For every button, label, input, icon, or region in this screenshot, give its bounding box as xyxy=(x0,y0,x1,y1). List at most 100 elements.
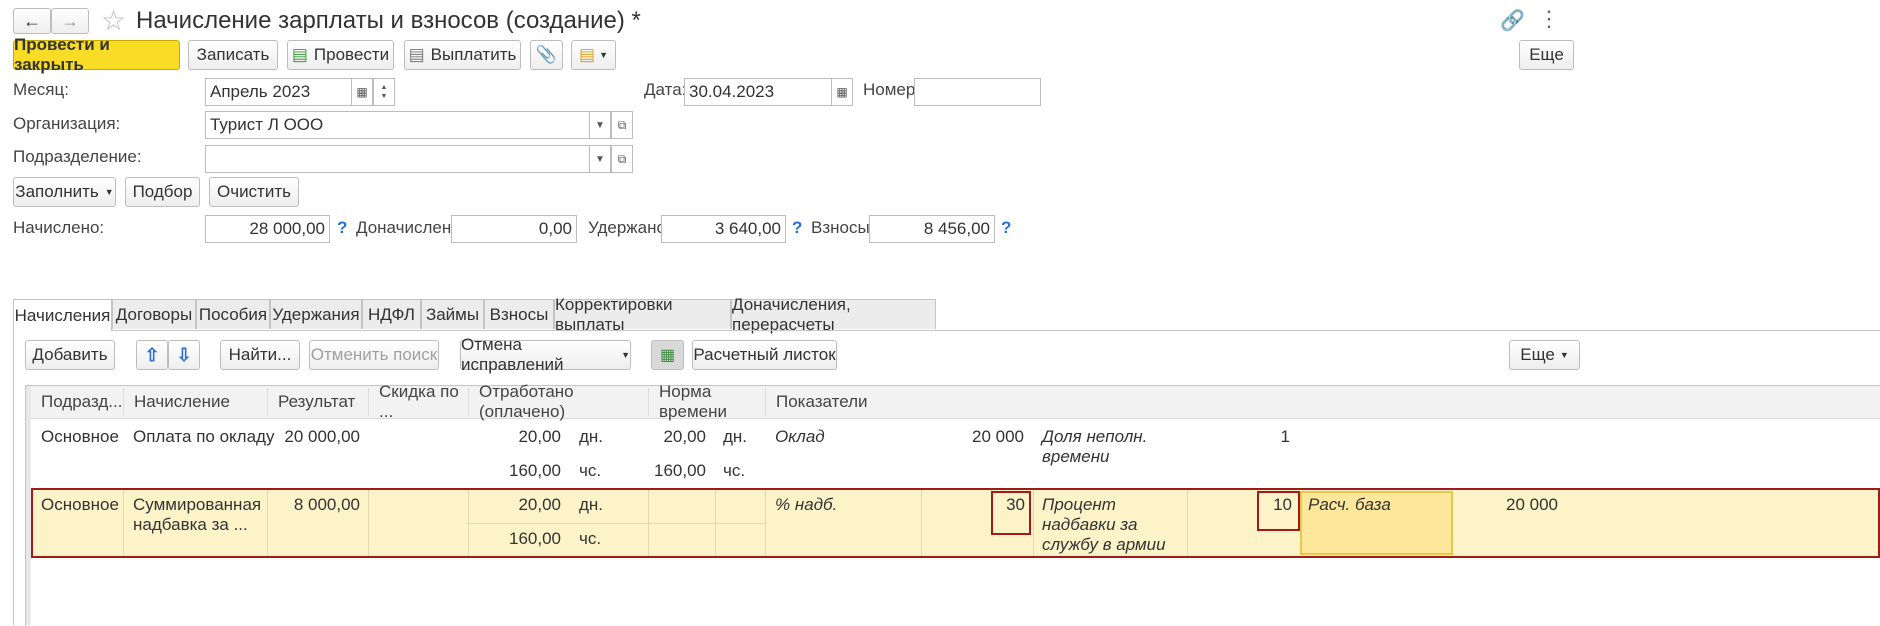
row1-ind1-value: 20 000 xyxy=(972,427,1024,446)
calendar-button[interactable]: ▦ xyxy=(351,78,373,106)
arrow-up-icon: ⇧ xyxy=(144,344,160,365)
row1-ind2-name: Доля неполн. времени xyxy=(1042,427,1148,466)
col-worked[interactable]: Отработано (оплачено) xyxy=(469,382,649,421)
more-button[interactable]: Еще xyxy=(1519,40,1574,70)
tab-contributions[interactable]: Взносы xyxy=(484,299,554,329)
row1-days-unit: дн. xyxy=(579,427,604,446)
payslip-button[interactable]: Расчетный листок xyxy=(692,340,837,370)
col-norm[interactable]: Норма времени xyxy=(649,382,766,421)
arrow-right-icon: → xyxy=(61,10,79,31)
tab-panel-left-border xyxy=(13,330,14,625)
tab-contracts[interactable]: Договоры xyxy=(112,299,196,329)
table-settings-icon: ▦ xyxy=(659,347,676,364)
link-icon[interactable]: 🔗 xyxy=(1500,8,1525,33)
col-indicators[interactable]: Показатели xyxy=(766,388,1880,416)
org-dropdown-button[interactable]: ▼ xyxy=(589,111,611,139)
open-icon: ⧉ xyxy=(617,117,627,132)
row1-dept: Основное xyxy=(41,427,119,446)
cancel-corrections-button[interactable]: Отмена исправлений ▼ xyxy=(460,335,631,374)
org-field[interactable]: Турист Л ООО xyxy=(205,111,590,139)
org-open-button[interactable]: ⧉ xyxy=(611,111,633,139)
pay-label: Выплатить xyxy=(430,45,517,64)
table-more-button[interactable]: Еще ▼ xyxy=(1509,340,1580,370)
withheld-help-icon[interactable]: ? xyxy=(792,218,802,238)
paperclip-icon: 📎 xyxy=(535,45,558,64)
row2-ind2-name: Процент надбавки за службу в армии xyxy=(1042,495,1166,554)
chevron-down-icon: ▼ xyxy=(1559,350,1569,360)
row2-ind3-value: 20 000 xyxy=(1506,495,1558,514)
find-button[interactable]: Найти... xyxy=(220,340,300,370)
contrib-help-icon[interactable]: ? xyxy=(1001,218,1011,238)
chevron-down-icon: ▼ xyxy=(595,119,605,131)
col-discount[interactable]: Скидка по ... xyxy=(369,382,469,421)
col-result[interactable]: Результат xyxy=(268,388,369,416)
open-icon: ⧉ xyxy=(617,151,627,166)
row2-days-unit: дн. xyxy=(579,495,604,514)
row2-divider-1 xyxy=(123,490,124,556)
date-calendar-button[interactable]: ▦ xyxy=(831,78,853,106)
select-button[interactable]: Подбор xyxy=(125,177,200,207)
row1-result: 20 000,00 xyxy=(284,427,360,446)
number-field[interactable] xyxy=(914,78,1041,106)
dept-label: Подразделение: xyxy=(13,147,142,166)
row1-norm-hours: 160,00 xyxy=(654,461,706,480)
move-down-button[interactable]: ⇩ xyxy=(168,340,200,370)
tab-payment-corrections[interactable]: Корректировки выплаты xyxy=(554,295,731,334)
move-up-button[interactable]: ⇧ xyxy=(136,340,168,370)
row2-divider-8 xyxy=(921,490,922,556)
row2-result: 8 000,00 xyxy=(293,495,360,514)
save-button[interactable]: Записать xyxy=(188,40,278,70)
star-icon[interactable]: ☆ xyxy=(101,4,126,37)
post-label: Провести xyxy=(313,45,390,64)
post-button[interactable]: ▤ Провести xyxy=(287,40,394,70)
row1-ind1-name: Оклад xyxy=(775,427,825,446)
back-button[interactable]: ← xyxy=(13,8,51,34)
menu-icon[interactable]: ⋮ xyxy=(1538,6,1560,32)
clear-button[interactable]: Очистить xyxy=(209,177,299,207)
row1-ind2-value: 1 xyxy=(1280,427,1290,446)
pay-icon: ▤ xyxy=(408,45,425,64)
withheld-field: 3 640,00 xyxy=(661,215,786,243)
forward-button[interactable]: → xyxy=(51,8,89,34)
row1-accrual: Оплата по окладу xyxy=(133,427,275,446)
contrib-label: Взносы: xyxy=(811,218,875,237)
add-button[interactable]: Добавить xyxy=(25,340,115,370)
chevron-down-icon: ▼ xyxy=(621,350,630,360)
cancel-search-button[interactable]: Отменить поиск xyxy=(309,340,439,370)
arrow-down-icon: ⇩ xyxy=(176,344,192,365)
fill-button[interactable]: Заполнить ▼ xyxy=(13,177,116,207)
withheld-label: Удержано: xyxy=(588,218,671,237)
row1-norm-days-unit: дн. xyxy=(723,427,748,446)
number-label: Номер: xyxy=(863,80,921,99)
fill-label: Заполнить xyxy=(15,182,99,201)
attach-button[interactable]: 📎 xyxy=(530,40,563,70)
date-label: Дата: xyxy=(644,80,687,99)
row2-ind2-value: 10 xyxy=(1273,495,1292,514)
tab-accruals[interactable]: Начисления xyxy=(13,299,112,331)
post-and-close-button[interactable]: Провести и закрыть xyxy=(13,35,180,74)
month-field[interactable]: Апрель 2023 xyxy=(205,78,352,106)
col-dept[interactable]: Подразд... xyxy=(31,388,124,416)
tab-deductions[interactable]: Удержания xyxy=(270,299,362,329)
stepper-up-icon: ▲ xyxy=(380,84,388,91)
calendar-icon: ▦ xyxy=(836,85,848,99)
stepper-down-icon: ▼ xyxy=(380,93,388,100)
tab-recalculations[interactable]: Доначисления, перерасчеты xyxy=(731,295,936,334)
tab-ndfl[interactable]: НДФЛ xyxy=(362,299,421,329)
column-settings-button[interactable]: ▦ xyxy=(651,340,684,370)
month-stepper[interactable]: ▲ ▼ xyxy=(373,78,395,106)
row2-mid-line xyxy=(469,523,765,524)
accrued-help-icon[interactable]: ? xyxy=(337,218,347,238)
accrued-label: Начислено: xyxy=(13,218,105,237)
col-accrual[interactable]: Начисление xyxy=(124,388,268,416)
dept-field[interactable] xyxy=(205,145,590,173)
reports-dropdown-button[interactable]: ▤ ▼ xyxy=(571,40,616,70)
date-field[interactable]: 30.04.2023 xyxy=(684,78,832,106)
month-label: Месяц: xyxy=(13,80,69,99)
tab-loans[interactable]: Займы xyxy=(421,299,484,329)
dept-open-button[interactable]: ⧉ xyxy=(611,145,633,173)
dept-dropdown-button[interactable]: ▼ xyxy=(589,145,611,173)
tab-benefits[interactable]: Пособия xyxy=(196,299,270,329)
extra-field: 0,00 xyxy=(451,215,577,243)
pay-button[interactable]: ▤ Выплатить xyxy=(404,40,521,70)
